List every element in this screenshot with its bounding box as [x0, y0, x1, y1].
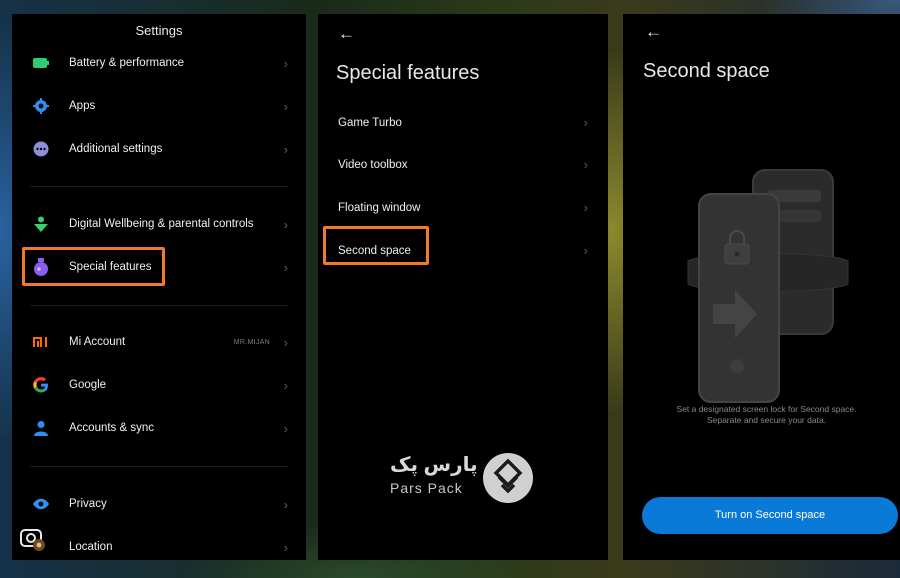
account-name: MR.MIJAN — [233, 338, 270, 346]
chevron-right-icon: › — [583, 200, 588, 215]
description-line: Set a designated screen lock for Second … — [676, 404, 857, 414]
settings-item-additional[interactable]: Additional settings › — [12, 131, 306, 167]
menu-item-floating-window[interactable]: Floating window › — [318, 192, 608, 228]
back-arrow-icon[interactable]: ← — [645, 22, 662, 42]
wellbeing-icon — [32, 215, 50, 233]
chevron-right-icon: › — [583, 243, 588, 258]
mi-logo-icon — [32, 333, 50, 351]
description-line: Separate and secure your data. — [706, 415, 827, 425]
menu-item-label: Floating window — [338, 202, 421, 214]
chevron-right-icon: › — [283, 377, 288, 393]
settings-item-accounts-sync[interactable]: Accounts & sync › — [12, 410, 306, 446]
parspack-watermark: پارس پک Pars Pack — [388, 448, 538, 508]
turn-on-second-space-button[interactable]: Turn on Second space — [642, 497, 898, 534]
battery-icon — [32, 54, 50, 72]
google-icon — [32, 376, 50, 394]
parspack-logo-icon — [483, 453, 533, 503]
chevron-right-icon: › — [283, 496, 288, 512]
settings-item-label: Battery & performance — [69, 57, 185, 69]
settings-item-google[interactable]: Google › — [12, 367, 306, 403]
divider — [30, 305, 288, 306]
chevron-right-icon: › — [583, 157, 588, 172]
back-arrow-icon[interactable]: ← — [338, 24, 355, 44]
menu-item-label: Video toolbox — [338, 159, 408, 171]
chevron-right-icon: › — [583, 115, 588, 130]
settings-item-location[interactable]: Location › — [12, 529, 306, 560]
settings-item-label: Apps — [69, 100, 96, 112]
gear-icon — [32, 97, 50, 115]
chevron-right-icon: › — [283, 216, 288, 232]
chevron-right-icon: › — [283, 98, 288, 114]
settings-item-wellbeing[interactable]: Digital Wellbeing & parental controls › — [12, 206, 306, 242]
person-icon — [32, 419, 50, 437]
watermark-text-en: Pars Pack — [390, 480, 463, 496]
page-title: Settings — [135, 23, 183, 38]
chevron-right-icon: › — [283, 141, 288, 157]
settings-item-mi-account[interactable]: Mi Account MR.MIJAN › — [12, 324, 306, 360]
description: Set a designated screen lock for Second … — [653, 404, 880, 426]
divider — [30, 466, 288, 467]
second-space-illustration — [687, 169, 849, 403]
second-space-panel: ← Second space Set a designated screen l… — [623, 14, 900, 560]
chevron-right-icon: › — [283, 539, 288, 555]
watermark-text-fa: پارس پک — [390, 454, 478, 476]
chevron-right-icon: › — [283, 259, 288, 275]
highlight-box — [323, 226, 429, 265]
settings-item-label: Location — [69, 541, 113, 553]
chevron-right-icon: › — [283, 55, 288, 71]
settings-item-label: Google — [69, 379, 107, 391]
settings-item-privacy[interactable]: Privacy › — [12, 486, 306, 522]
settings-panel: Settings Battery & performance › Apps › … — [12, 14, 306, 560]
divider — [30, 186, 288, 187]
page-title: Second space — [643, 60, 770, 82]
settings-item-label: Mi Account — [69, 336, 126, 348]
eye-icon — [32, 495, 50, 513]
page-title: Special features — [336, 62, 480, 84]
settings-item-label: Additional settings — [69, 143, 163, 155]
settings-item-battery[interactable]: Battery & performance › — [12, 45, 306, 81]
chevron-right-icon: › — [283, 334, 288, 350]
settings-item-label: Accounts & sync — [69, 422, 155, 434]
camera-icon[interactable] — [18, 524, 48, 554]
more-dots-icon — [32, 140, 50, 158]
chevron-right-icon: › — [283, 420, 288, 436]
settings-item-apps[interactable]: Apps › — [12, 88, 306, 124]
menu-item-game-turbo[interactable]: Game Turbo › — [318, 107, 608, 143]
menu-item-video-toolbox[interactable]: Video toolbox › — [318, 149, 608, 185]
menu-item-label: Game Turbo — [338, 117, 402, 129]
settings-item-label: Privacy — [69, 498, 107, 510]
settings-item-label: Digital Wellbeing & parental controls — [69, 218, 254, 230]
highlight-box — [22, 247, 165, 286]
